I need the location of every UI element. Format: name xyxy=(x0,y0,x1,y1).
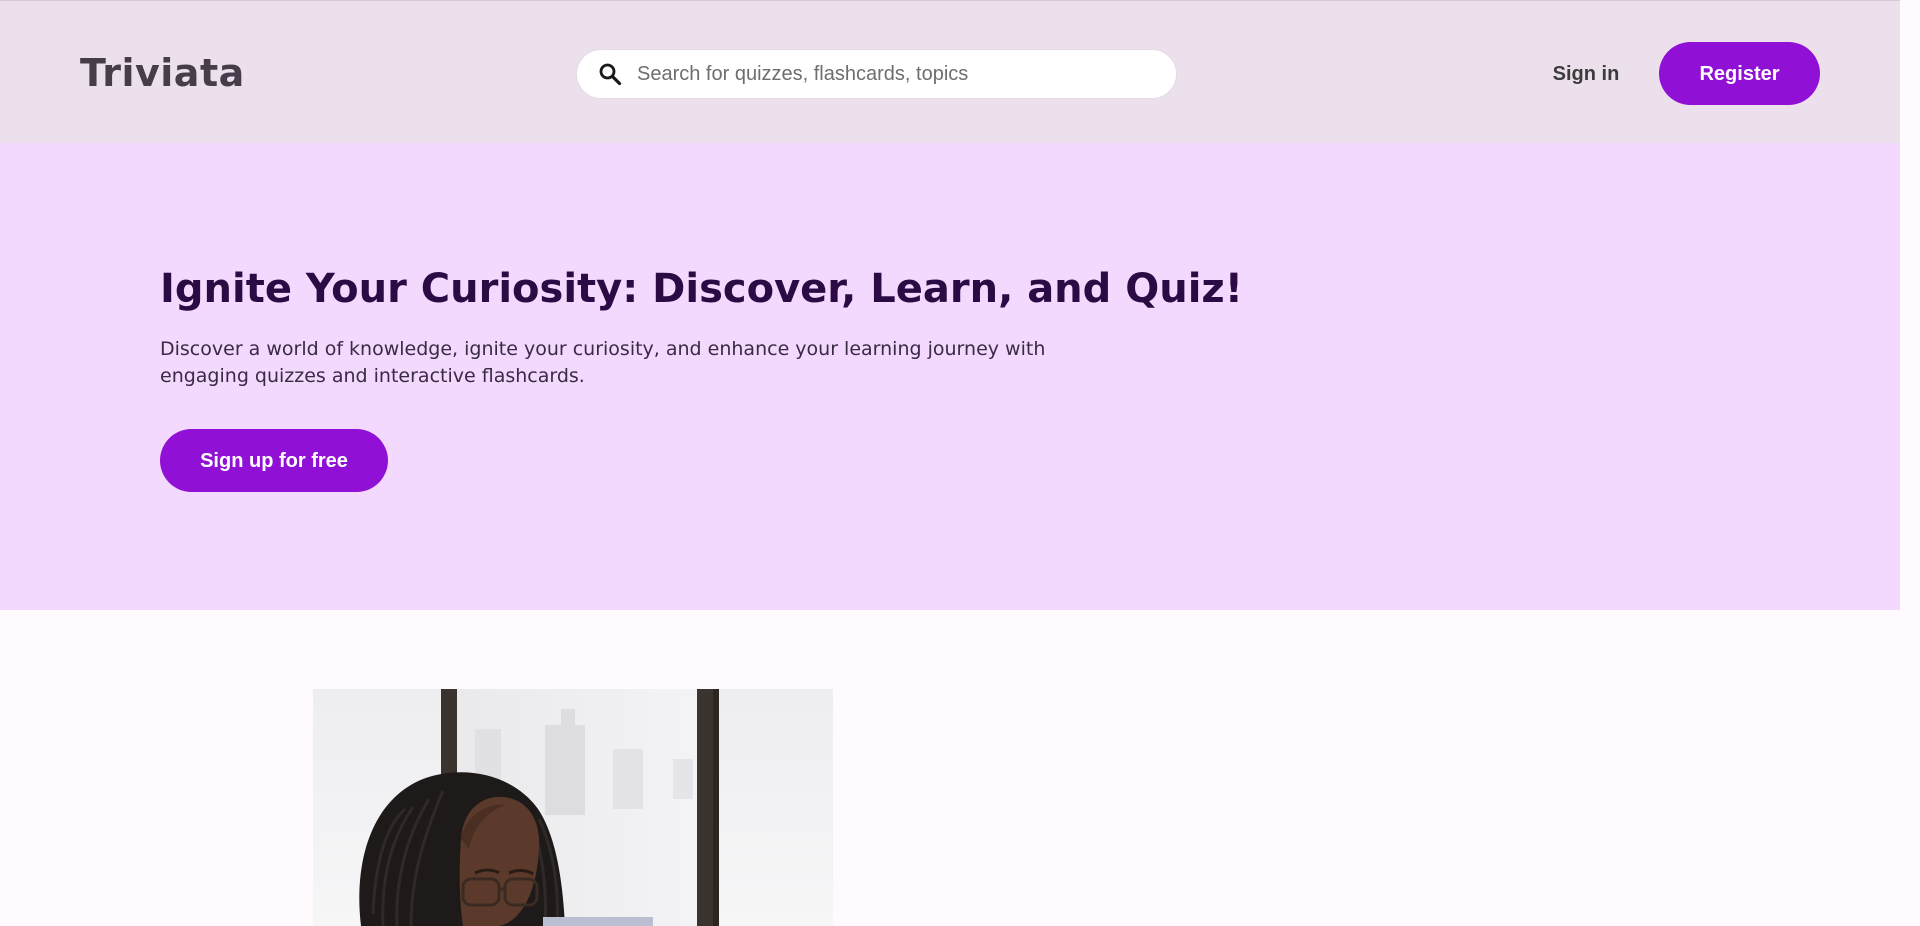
sign-in-link[interactable]: Sign in xyxy=(1530,59,1642,89)
site-header: Triviata Sign in Register xyxy=(0,0,1900,143)
register-button[interactable]: Register xyxy=(1659,42,1820,105)
search-icon[interactable] xyxy=(597,61,623,87)
search-input[interactable] xyxy=(637,54,1137,94)
hero-section: Ignite Your Curiosity: Discover, Learn, … xyxy=(0,143,1900,610)
hero-title: Ignite Your Curiosity: Discover, Learn, … xyxy=(160,266,1243,312)
sign-up-button[interactable]: Sign up for free xyxy=(160,429,388,492)
hero-photo xyxy=(313,689,833,926)
woman-with-braids-photo xyxy=(313,689,833,926)
site-logo[interactable]: Triviata xyxy=(80,51,245,95)
page: Triviata Sign in Register Ignite Your Cu… xyxy=(0,0,1900,926)
search-bar[interactable] xyxy=(576,49,1177,99)
hero-subtitle: Discover a world of knowledge, ignite yo… xyxy=(160,338,1046,387)
